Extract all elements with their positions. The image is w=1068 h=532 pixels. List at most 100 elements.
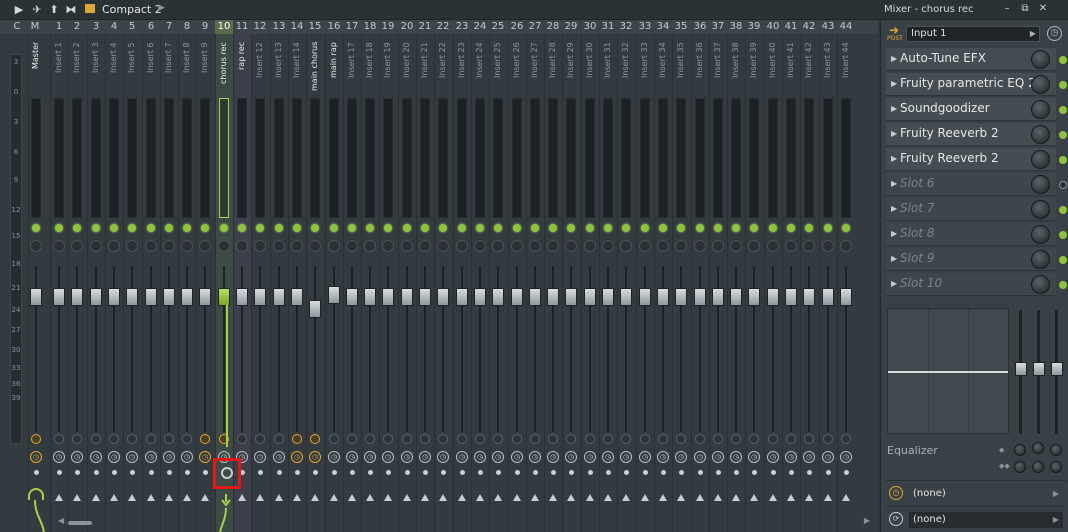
insert-send-knob[interactable]: [804, 434, 814, 444]
insert-enable-led[interactable]: [348, 224, 356, 232]
insert-latency-clock-icon[interactable]: ◷: [309, 451, 321, 463]
insert-route-dot[interactable]: [661, 470, 666, 475]
channel-number[interactable]: 8: [178, 20, 196, 34]
insert-name[interactable]: Insert 27: [530, 42, 540, 94]
channel-number[interactable]: 10: [215, 20, 233, 34]
eq-band-mid-fader[interactable]: [1033, 362, 1045, 376]
eq-mid-bw-knob[interactable]: [1032, 461, 1044, 473]
output-route-arrow-icon[interactable]: ▶: [1053, 512, 1059, 528]
insert-volume-fader[interactable]: [675, 288, 687, 306]
insert-route-dot[interactable]: [203, 470, 208, 475]
insert-enable-led[interactable]: [256, 224, 264, 232]
insert-route-dot[interactable]: [844, 470, 849, 475]
insert-latency-clock-icon[interactable]: ◷: [529, 451, 541, 463]
insert-route-dot[interactable]: [643, 470, 648, 475]
insert-route-dot[interactable]: [112, 470, 117, 475]
insert-name[interactable]: main chorus: [310, 42, 320, 94]
insert-route-arrow-icon[interactable]: [659, 494, 667, 501]
insert-volume-fader[interactable]: [254, 288, 266, 306]
channel-number[interactable]: 39: [745, 20, 763, 34]
effect-slot[interactable]: ▶ Slot 6: [886, 173, 1056, 196]
insert-pan-knob[interactable]: [273, 240, 285, 252]
insert-route-arrow-icon[interactable]: [256, 494, 264, 501]
insert-name[interactable]: Insert 43: [823, 42, 833, 94]
channel-number[interactable]: 35: [672, 20, 690, 34]
insert-enable-led[interactable]: [494, 224, 502, 232]
master-enable-led[interactable]: [32, 224, 40, 232]
insert-volume-fader[interactable]: [620, 288, 632, 306]
insert-name[interactable]: Insert 17: [347, 42, 357, 94]
insert-volume-fader[interactable]: [712, 288, 724, 306]
insert-send-knob[interactable]: [841, 434, 851, 444]
insert-latency-clock-icon[interactable]: ◷: [382, 451, 394, 463]
insert-latency-clock-icon[interactable]: ◷: [90, 451, 102, 463]
insert-send-knob[interactable]: [695, 434, 705, 444]
insert-latency-clock-icon[interactable]: ◷: [565, 451, 577, 463]
insert-name[interactable]: chorus rec: [219, 42, 229, 94]
slot-mix-knob[interactable]: [1031, 175, 1050, 194]
insert-name[interactable]: main rap: [329, 42, 339, 94]
insert-volume-fader[interactable]: [145, 288, 157, 306]
insert-enable-led[interactable]: [476, 224, 484, 232]
insert-latency-clock-icon[interactable]: ◷: [437, 451, 449, 463]
insert-pan-knob[interactable]: [145, 240, 157, 252]
insert-volume-fader[interactable]: [181, 288, 193, 306]
insert-send-knob[interactable]: [493, 434, 503, 444]
insert-pan-knob[interactable]: [90, 240, 102, 252]
insert-volume-fader[interactable]: [309, 300, 321, 318]
insert-route-dot[interactable]: [789, 470, 794, 475]
insert-latency-clock-icon[interactable]: ◷: [163, 451, 175, 463]
insert-route-arrow-icon[interactable]: [73, 494, 81, 501]
insert-name[interactable]: Insert 33: [640, 42, 650, 94]
master-volume-fader[interactable]: [30, 288, 42, 306]
insert-name[interactable]: Insert 13: [274, 42, 284, 94]
insert-route-dot[interactable]: [478, 470, 483, 475]
insert-latency-clock-icon[interactable]: ◷: [803, 451, 815, 463]
insert-route-dot[interactable]: [679, 470, 684, 475]
insert-volume-fader[interactable]: [584, 288, 596, 306]
insert-latency-clock-icon[interactable]: ◷: [730, 451, 742, 463]
insert-name[interactable]: Insert 29: [566, 42, 576, 94]
insert-route-arrow-icon[interactable]: [128, 494, 136, 501]
insert-enable-led[interactable]: [458, 224, 466, 232]
insert-route-dot[interactable]: [332, 470, 337, 475]
insert-latency-clock-icon[interactable]: ◷: [602, 451, 614, 463]
insert-volume-fader[interactable]: [236, 288, 248, 306]
insert-pan-knob[interactable]: [364, 240, 376, 252]
insert-send-knob[interactable]: [347, 434, 357, 444]
channel-number[interactable]: 4: [105, 20, 123, 34]
insert-route-arrow-icon[interactable]: [183, 494, 191, 501]
slot-expand-icon[interactable]: ▶: [891, 254, 897, 263]
insert-volume-fader[interactable]: [346, 288, 358, 306]
insert-volume-fader[interactable]: [108, 288, 120, 306]
insert-route-dot[interactable]: [515, 470, 520, 475]
insert-pan-knob[interactable]: [181, 240, 193, 252]
insert-name[interactable]: Insert 14: [292, 42, 302, 94]
slot-mix-knob[interactable]: [1031, 75, 1050, 94]
insert-route-arrow-icon[interactable]: [769, 494, 777, 501]
insert-send-knob[interactable]: [91, 434, 101, 444]
insert-pan-knob[interactable]: [584, 240, 596, 252]
horizontal-scrollbar[interactable]: ◀ ▶: [58, 516, 878, 526]
insert-enable-led[interactable]: [622, 224, 630, 232]
insert-send-knob[interactable]: [621, 434, 631, 444]
insert-name[interactable]: rap rec: [237, 42, 247, 94]
insert-route-arrow-icon[interactable]: [586, 494, 594, 501]
insert-route-dot[interactable]: [295, 470, 300, 475]
insert-pan-knob[interactable]: [346, 240, 358, 252]
channel-number[interactable]: 36: [691, 20, 709, 34]
channel-number[interactable]: 5: [123, 20, 141, 34]
master-pan-knob[interactable]: [30, 240, 42, 252]
insert-volume-fader[interactable]: [474, 288, 486, 306]
insert-enable-led[interactable]: [714, 224, 722, 232]
channel-number[interactable]: 20: [398, 20, 416, 34]
insert-route-arrow-icon[interactable]: [110, 494, 118, 501]
insert-enable-led[interactable]: [110, 224, 118, 232]
effect-slot[interactable]: ▶ Fruity Reeverb 2: [886, 148, 1056, 171]
insert-latency-clock-icon[interactable]: ◷: [126, 451, 138, 463]
insert-volume-fader[interactable]: [126, 288, 138, 306]
insert-latency-clock-icon[interactable]: ◷: [822, 451, 834, 463]
insert-route-dot[interactable]: [588, 470, 593, 475]
insert-route-dot[interactable]: [167, 470, 172, 475]
insert-latency-clock-icon[interactable]: ◷: [492, 451, 504, 463]
